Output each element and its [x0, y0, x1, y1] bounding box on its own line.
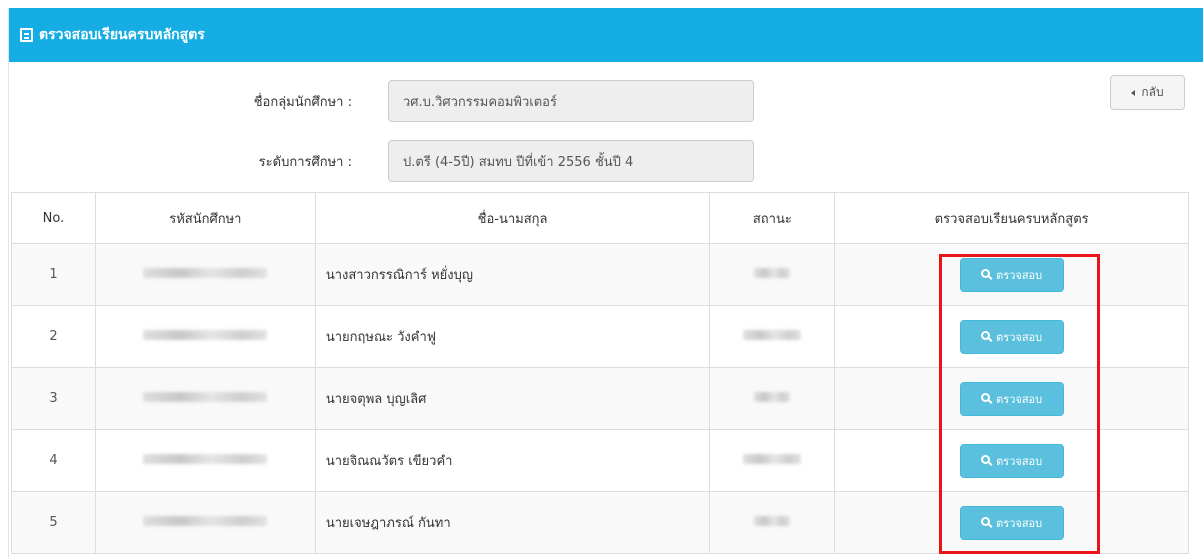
group-row: ชื่อกลุ่มนักศึกษา : วศ.บ.วิศวกรรมคอมพิวเ…	[8, 80, 754, 122]
panel-header: ตรวจสอบเรียนครบหลักสูตร	[9, 8, 1203, 62]
student-name: นายกฤษณะ วังคำฟู	[314, 305, 711, 368]
header-status: สถานะ	[709, 192, 836, 244]
header-check: ตรวจสอบเรียนครบหลักสูตร	[834, 192, 1189, 244]
redacted-status	[754, 268, 791, 278]
redacted-status	[754, 516, 791, 526]
level-row: ระดับการศึกษา : ป.ตรี (4-5ปี) สมทบ ปีที่…	[8, 140, 754, 182]
student-name: นายจิณณวัตร เขียวคำ	[314, 429, 711, 492]
status-cell	[709, 491, 836, 554]
row-no: 5	[11, 491, 96, 554]
redacted-status	[743, 330, 802, 340]
level-field: ป.ตรี (4-5ปี) สมทบ ปีที่เข้า 2556 ชั้นปี…	[388, 140, 754, 182]
student-name: นางสาวกรรณิการ์ หยั่งบุญ	[314, 243, 711, 306]
student-id-cell	[94, 429, 316, 492]
redacted-status	[754, 392, 791, 402]
panel-title: ตรวจสอบเรียนครบหลักสูตร	[39, 27, 205, 43]
student-name: นายเจษฎาภรณ์ กันทา	[314, 491, 711, 554]
back-button-label: กลับ	[1141, 85, 1164, 99]
student-id-cell	[94, 491, 316, 554]
caret-left-icon	[1131, 89, 1136, 96]
redacted-student-id	[143, 330, 268, 340]
redacted-student-id	[143, 392, 268, 402]
student-id-cell	[94, 305, 316, 368]
row-no: 1	[11, 243, 96, 306]
redacted-student-id	[143, 454, 268, 464]
group-field: วศ.บ.วิศวกรรมคอมพิวเตอร์	[388, 80, 754, 122]
status-cell	[709, 243, 836, 306]
status-cell	[709, 367, 836, 430]
status-cell	[709, 305, 836, 368]
row-no: 2	[11, 305, 96, 368]
group-label: ชื่อกลุ่มนักศึกษา :	[253, 94, 352, 110]
list-icon	[20, 28, 33, 42]
redacted-student-id	[143, 516, 268, 526]
redacted-status	[743, 454, 802, 464]
student-name: นายจตุพล บุญเลิศ	[314, 367, 711, 430]
table-header-row: No. รหัสนักศึกษา ชื่อ-นามสกุล สถานะ ตรวจ…	[11, 192, 1189, 244]
status-cell	[709, 429, 836, 492]
level-label: ระดับการศึกษา :	[258, 154, 352, 170]
back-button[interactable]: กลับ	[1110, 75, 1185, 110]
header-no: No.	[11, 192, 96, 244]
redacted-student-id	[143, 268, 268, 278]
row-no: 4	[11, 429, 96, 492]
header-full-name: ชื่อ-นามสกุล	[314, 192, 711, 244]
header-student-id: รหัสนักศึกษา	[94, 192, 316, 244]
student-id-cell	[94, 243, 316, 306]
student-id-cell	[94, 367, 316, 430]
highlight-annotation-box	[939, 254, 1100, 554]
row-no: 3	[11, 367, 96, 430]
